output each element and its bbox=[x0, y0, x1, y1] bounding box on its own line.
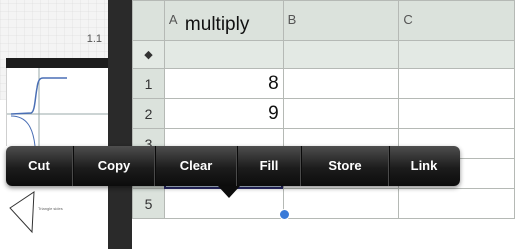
formula-cell-c[interactable] bbox=[398, 40, 515, 69]
formula-row-icon: ◆ bbox=[132, 40, 165, 69]
graph-thumbnail[interactable] bbox=[6, 68, 109, 147]
copy-menu-item[interactable]: Copy bbox=[74, 146, 154, 186]
sorter-divider bbox=[108, 0, 132, 249]
table-row: 2 9 bbox=[132, 98, 515, 129]
cell-c5[interactable] bbox=[398, 188, 515, 219]
formula-cell-a[interactable] bbox=[163, 40, 284, 69]
row-header[interactable]: 1 bbox=[132, 68, 165, 99]
clear-menu-item[interactable]: Clear bbox=[156, 146, 236, 186]
link-menu-item[interactable]: Link bbox=[390, 146, 458, 186]
cut-menu-item[interactable]: Cut bbox=[6, 146, 72, 186]
table-row: 1 8 bbox=[132, 68, 515, 99]
formula-cell-b[interactable] bbox=[282, 40, 400, 69]
column-name: multiply bbox=[184, 14, 250, 35]
cell-a1[interactable]: 8 bbox=[163, 68, 284, 99]
cell-b1[interactable] bbox=[282, 68, 400, 99]
column-header-b[interactable]: B bbox=[282, 0, 400, 41]
selection-handle[interactable] bbox=[279, 209, 290, 220]
fill-menu-item[interactable]: Fill bbox=[238, 146, 300, 186]
context-menu: Cut Copy Clear Fill Store Link bbox=[6, 146, 460, 186]
column-letter: B bbox=[287, 12, 297, 27]
spreadsheet-grid: A multiply B C ◆ 1 8 2 9 3 5 bbox=[132, 0, 515, 219]
cell-c1[interactable] bbox=[398, 68, 515, 99]
column-header-a[interactable]: A multiply bbox=[163, 0, 284, 41]
triangle-icon: Triangle sides bbox=[9, 191, 63, 234]
column-letter: A bbox=[168, 12, 178, 27]
geometry-thumbnail[interactable]: Triangle sides bbox=[6, 186, 108, 236]
store-menu-item[interactable]: Store bbox=[302, 146, 388, 186]
table-row: 5 bbox=[132, 188, 515, 219]
geometry-caption: Triangle sides bbox=[38, 206, 63, 211]
corner-cell bbox=[132, 0, 165, 41]
column-header-row: A multiply B C bbox=[132, 0, 515, 41]
column-header-c[interactable]: C bbox=[398, 0, 515, 41]
context-menu-pointer bbox=[218, 186, 240, 198]
row-header[interactable]: 5 bbox=[132, 188, 165, 219]
page-sorter: 1.1 Triangle sides bbox=[0, 0, 109, 249]
cell-c2[interactable] bbox=[398, 98, 515, 129]
spreadsheet: A multiply B C ◆ 1 8 2 9 3 5 bbox=[132, 0, 515, 249]
column-letter: C bbox=[403, 12, 413, 27]
graph-thumbnail-plot bbox=[7, 68, 109, 147]
cell-a2[interactable]: 9 bbox=[163, 98, 284, 129]
cell-b2[interactable] bbox=[282, 98, 400, 129]
cell-b5[interactable] bbox=[282, 188, 400, 219]
formula-row: ◆ bbox=[132, 40, 515, 69]
thumbnail-toolbar bbox=[6, 58, 108, 68]
row-header[interactable]: 2 bbox=[132, 98, 165, 129]
page-number: 1.1 bbox=[86, 33, 102, 45]
